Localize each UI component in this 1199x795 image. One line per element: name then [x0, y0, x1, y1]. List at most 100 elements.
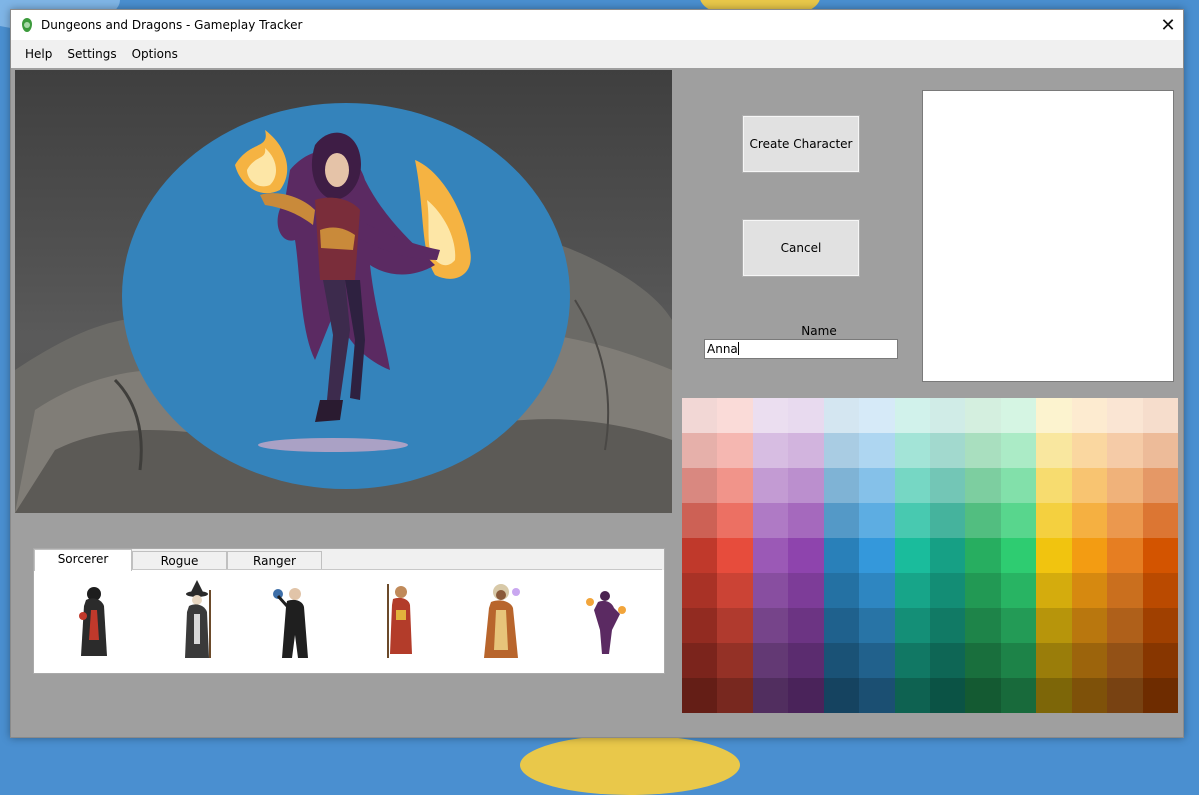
color-swatch[interactable]: [682, 398, 718, 433]
color-swatch[interactable]: [1036, 608, 1072, 643]
tab-sorcerer[interactable]: Sorcerer: [34, 549, 132, 571]
color-swatch[interactable]: [1107, 398, 1143, 433]
color-swatch[interactable]: [965, 503, 1001, 538]
color-swatch[interactable]: [1000, 643, 1037, 678]
color-swatch[interactable]: [929, 398, 966, 433]
close-button[interactable]: ✕: [1153, 10, 1183, 40]
color-swatch[interactable]: [1036, 538, 1072, 573]
color-swatch[interactable]: [788, 398, 824, 433]
color-swatch[interactable]: [1000, 573, 1037, 608]
color-swatch[interactable]: [788, 643, 824, 678]
color-swatch[interactable]: [894, 538, 930, 573]
color-swatch[interactable]: [823, 573, 860, 608]
color-swatch[interactable]: [752, 503, 789, 538]
color-swatch[interactable]: [823, 468, 860, 503]
color-swatch[interactable]: [859, 643, 895, 678]
color-swatch[interactable]: [752, 573, 789, 608]
color-swatch[interactable]: [894, 433, 930, 468]
color-swatch[interactable]: [965, 538, 1001, 573]
color-swatch[interactable]: [859, 538, 895, 573]
color-swatch[interactable]: [1000, 503, 1037, 538]
color-swatch[interactable]: [823, 398, 860, 433]
color-swatch[interactable]: [859, 503, 895, 538]
create-character-button[interactable]: Create Character: [742, 115, 860, 173]
color-swatch[interactable]: [965, 433, 1001, 468]
color-swatch[interactable]: [929, 573, 966, 608]
color-swatch[interactable]: [752, 468, 789, 503]
color-swatch[interactable]: [1107, 538, 1143, 573]
color-swatch[interactable]: [1071, 608, 1108, 643]
color-swatch[interactable]: [859, 573, 895, 608]
color-swatch[interactable]: [752, 643, 789, 678]
color-swatch[interactable]: [965, 468, 1001, 503]
color-swatch[interactable]: [1000, 678, 1037, 713]
color-swatch[interactable]: [823, 538, 860, 573]
color-swatch[interactable]: [894, 573, 930, 608]
color-swatch[interactable]: [894, 503, 930, 538]
cancel-button[interactable]: Cancel: [742, 219, 860, 277]
color-swatch[interactable]: [682, 573, 718, 608]
color-swatch[interactable]: [1107, 608, 1143, 643]
color-swatch[interactable]: [823, 503, 860, 538]
color-swatch[interactable]: [929, 538, 966, 573]
color-swatch[interactable]: [1071, 643, 1108, 678]
color-swatch[interactable]: [1107, 643, 1143, 678]
color-swatch[interactable]: [682, 503, 718, 538]
tab-rogue[interactable]: Rogue: [132, 551, 227, 569]
color-swatch[interactable]: [1071, 678, 1108, 713]
character-thumbnail[interactable]: [69, 580, 119, 664]
color-swatch[interactable]: [1071, 503, 1108, 538]
color-swatch[interactable]: [929, 468, 966, 503]
color-swatch[interactable]: [823, 678, 860, 713]
color-swatch[interactable]: [1036, 398, 1072, 433]
color-swatch[interactable]: [1107, 573, 1143, 608]
color-swatch[interactable]: [1071, 468, 1108, 503]
color-swatch[interactable]: [717, 503, 753, 538]
color-swatch[interactable]: [894, 608, 930, 643]
color-swatch[interactable]: [752, 678, 789, 713]
character-thumbnail[interactable]: [270, 580, 320, 664]
color-swatch[interactable]: [965, 398, 1001, 433]
color-swatch[interactable]: [929, 643, 966, 678]
color-swatch[interactable]: [1142, 678, 1178, 713]
color-swatch[interactable]: [717, 538, 753, 573]
color-swatch[interactable]: [1142, 608, 1178, 643]
color-swatch[interactable]: [823, 433, 860, 468]
color-swatch[interactable]: [894, 643, 930, 678]
color-swatch[interactable]: [717, 643, 753, 678]
color-swatch[interactable]: [682, 643, 718, 678]
color-swatch[interactable]: [717, 573, 753, 608]
color-swatch[interactable]: [717, 678, 753, 713]
color-swatch[interactable]: [929, 503, 966, 538]
color-swatch[interactable]: [1036, 433, 1072, 468]
color-swatch[interactable]: [682, 433, 718, 468]
color-swatch[interactable]: [859, 608, 895, 643]
color-swatch[interactable]: [1036, 573, 1072, 608]
color-swatch[interactable]: [1000, 433, 1037, 468]
color-swatch[interactable]: [965, 573, 1001, 608]
color-swatch[interactable]: [717, 608, 753, 643]
color-swatch[interactable]: [929, 678, 966, 713]
color-swatch[interactable]: [1107, 503, 1143, 538]
color-swatch[interactable]: [894, 398, 930, 433]
color-swatch[interactable]: [1036, 678, 1072, 713]
color-swatch[interactable]: [1071, 573, 1108, 608]
color-swatch[interactable]: [823, 643, 860, 678]
color-swatch[interactable]: [1142, 503, 1178, 538]
color-swatch[interactable]: [788, 573, 824, 608]
menu-help[interactable]: Help: [11, 47, 61, 61]
color-swatch[interactable]: [1142, 468, 1178, 503]
color-swatch[interactable]: [1142, 398, 1178, 433]
color-swatch[interactable]: [788, 433, 824, 468]
color-swatch[interactable]: [929, 433, 966, 468]
color-swatch[interactable]: [965, 643, 1001, 678]
color-swatch[interactable]: [1000, 398, 1037, 433]
color-swatch[interactable]: [682, 608, 718, 643]
color-swatch[interactable]: [965, 678, 1001, 713]
character-thumbnail[interactable]: [580, 580, 630, 664]
color-swatch[interactable]: [894, 468, 930, 503]
color-swatch[interactable]: [1071, 538, 1108, 573]
color-swatch[interactable]: [752, 433, 789, 468]
color-swatch[interactable]: [1036, 503, 1072, 538]
color-swatch[interactable]: [929, 608, 966, 643]
